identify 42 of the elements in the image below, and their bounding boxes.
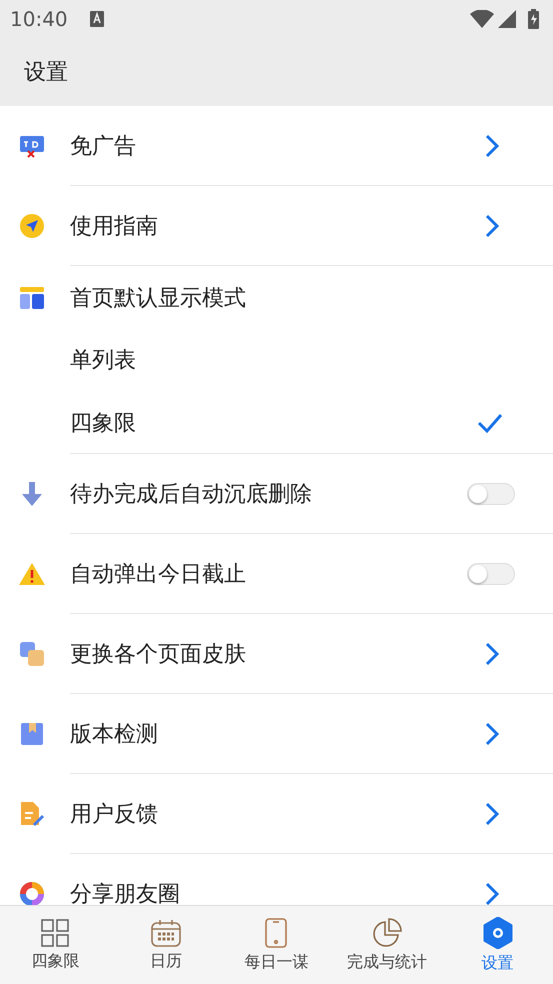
- setting-label[interactable]: 待办完成后自动沉底删除: [70, 479, 467, 509]
- toggle-switch[interactable]: [467, 563, 515, 585]
- keyboard-notification-icon: [90, 11, 104, 27]
- edit-document-icon: [19, 801, 45, 827]
- calendar-icon: [150, 918, 181, 946]
- settings-icon: [482, 916, 514, 948]
- phone-icon: [265, 918, 288, 948]
- grid-icon: [41, 918, 70, 946]
- setting-label[interactable]: 版本检测: [70, 719, 485, 749]
- setting-label[interactable]: 用户反馈: [70, 799, 485, 829]
- nav-tab[interactable]: 每日一谋: [221, 906, 332, 984]
- setting-label[interactable]: 自动弹出今日截止: [70, 559, 467, 589]
- navigation-icon: [19, 213, 45, 239]
- toggle-switch[interactable]: [467, 483, 515, 505]
- chevron-right-icon: [485, 134, 499, 158]
- chevron-right-icon: [485, 802, 499, 826]
- page-title: 设置: [24, 59, 68, 87]
- checkmark-icon: [477, 412, 503, 432]
- chevron-right-icon: [485, 722, 499, 746]
- down-arrow-icon: [20, 481, 44, 507]
- wifi-icon: [470, 10, 494, 28]
- bookmark-icon: [20, 722, 44, 746]
- warning-icon: [18, 562, 46, 586]
- chevron-right-icon: [485, 214, 499, 238]
- setting-label[interactable]: 免广告: [70, 131, 485, 161]
- ad-icon: [19, 133, 45, 159]
- setting-label[interactable]: 分享朋友圈: [70, 879, 485, 905]
- nav-tab[interactable]: 日历: [110, 906, 222, 984]
- overlapping-squares-icon: [19, 641, 45, 667]
- nav-tab[interactable]: 四象限: [0, 906, 111, 984]
- setting-group-label: 首页默认显示模式: [70, 284, 247, 312]
- nav-tab[interactable]: 设置: [442, 906, 553, 984]
- setting-label[interactable]: 更换各个页面皮肤: [70, 639, 485, 669]
- signal-icon: [498, 10, 516, 28]
- pie-chart-icon: [372, 918, 402, 948]
- status-time: 10:40: [10, 7, 68, 31]
- layout-icon: [19, 284, 45, 310]
- nav-tab[interactable]: 完成与统计: [332, 906, 442, 984]
- chevron-right-icon: [485, 882, 499, 905]
- chevron-right-icon: [485, 642, 499, 666]
- setting-label[interactable]: 使用指南: [70, 211, 485, 241]
- battery-icon: [528, 9, 539, 29]
